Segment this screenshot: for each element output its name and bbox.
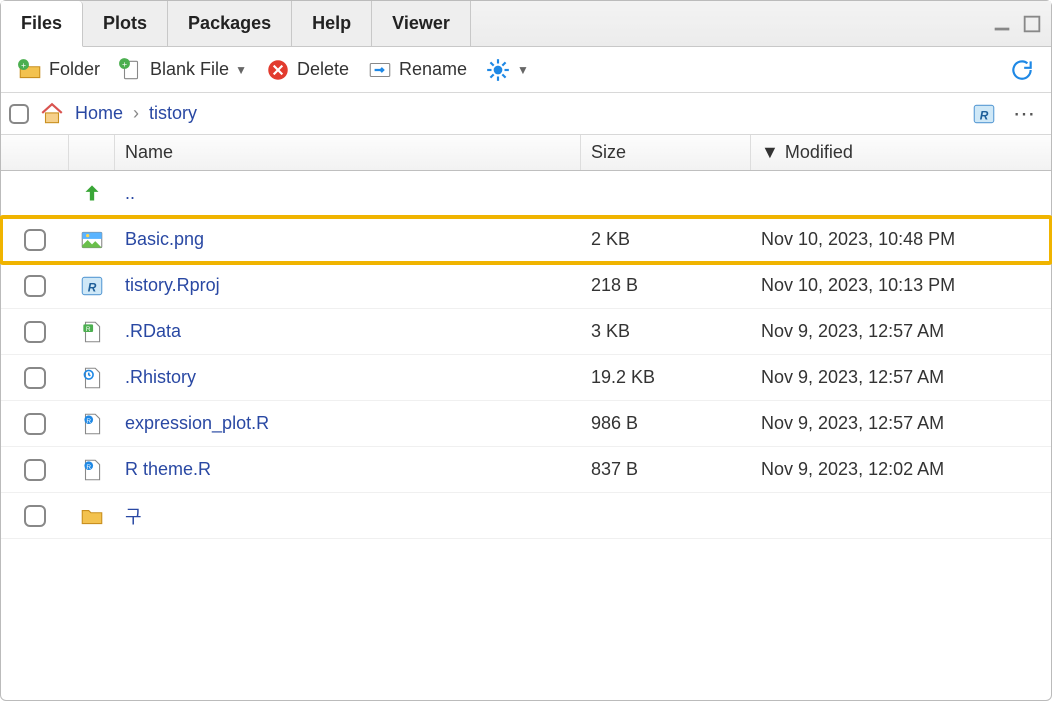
breadcrumb-home[interactable]: Home — [75, 103, 123, 124]
rproj-icon: R — [79, 273, 105, 299]
breadcrumb-current[interactable]: tistory — [149, 103, 197, 124]
file-modified: Nov 9, 2023, 12:02 AM — [751, 459, 1051, 480]
file-row[interactable]: Rexpression_plot.R986 BNov 9, 2023, 12:5… — [1, 401, 1051, 447]
row-checkbox[interactable] — [24, 413, 46, 435]
tab-help[interactable]: Help — [292, 1, 372, 46]
svg-text:R: R — [86, 325, 91, 332]
tab-viewer[interactable]: Viewer — [372, 1, 471, 46]
file-name[interactable]: tistory.Rproj — [115, 275, 581, 296]
delete-button[interactable]: Delete — [259, 55, 355, 85]
tab-packages[interactable]: Packages — [168, 1, 292, 46]
more-options-button[interactable]: ⋯ — [1007, 101, 1043, 127]
file-name[interactable]: .Rhistory — [115, 367, 581, 388]
select-all-checkbox[interactable] — [9, 104, 29, 124]
file-list: .. Basic.png2 KBNov 10, 2023, 10:48 PMRt… — [1, 171, 1051, 539]
delete-icon — [265, 57, 291, 83]
file-size: 3 KB — [581, 321, 751, 342]
files-toolbar: + Folder + Blank File ▼ Delete Rename ▼ — [1, 47, 1051, 93]
chevron-down-icon: ▼ — [235, 63, 247, 77]
file-row[interactable]: R .RData3 KBNov 9, 2023, 12:57 AM — [1, 309, 1051, 355]
row-checkbox[interactable] — [24, 505, 46, 527]
file-modified: Nov 9, 2023, 12:57 AM — [751, 321, 1051, 342]
folder-icon — [79, 503, 105, 529]
file-row[interactable]: R R theme.R837 BNov 9, 2023, 12:02 AM — [1, 447, 1051, 493]
breadcrumb-separator-icon: › — [133, 103, 139, 124]
file-size: 19.2 KB — [581, 367, 751, 388]
chevron-down-icon: ▼ — [517, 63, 529, 77]
svg-text:+: + — [122, 58, 127, 68]
rfile-icon: R — [79, 457, 105, 483]
new-folder-label: Folder — [49, 59, 100, 80]
more-menu-button[interactable]: ▼ — [479, 55, 535, 85]
blank-file-label: Blank File — [150, 59, 229, 80]
history-icon — [79, 365, 105, 391]
blank-file-button[interactable]: + Blank File ▼ — [112, 55, 253, 85]
file-size: 218 B — [581, 275, 751, 296]
column-headers: Name Size ▼ Modified — [1, 135, 1051, 171]
rdata-icon: R — [79, 319, 105, 345]
rename-icon — [367, 57, 393, 83]
parent-directory-label[interactable]: .. — [115, 183, 581, 204]
up-arrow-icon — [79, 181, 105, 207]
new-folder-icon: + — [17, 57, 43, 83]
svg-text:R: R — [86, 463, 91, 470]
file-name[interactable]: Basic.png — [115, 229, 581, 250]
file-modified: Nov 10, 2023, 10:48 PM — [751, 229, 1051, 250]
svg-text:+: + — [21, 59, 26, 69]
row-checkbox[interactable] — [24, 229, 46, 251]
file-row[interactable]: .Rhistory19.2 KBNov 9, 2023, 12:57 AM — [1, 355, 1051, 401]
file-name[interactable]: R theme.R — [115, 459, 581, 480]
maximize-icon[interactable] — [1021, 13, 1043, 35]
rename-button[interactable]: Rename — [361, 55, 473, 85]
delete-label: Delete — [297, 59, 349, 80]
tab-files[interactable]: Files — [1, 1, 83, 47]
file-size: 986 B — [581, 413, 751, 434]
column-size[interactable]: Size — [581, 135, 751, 170]
svg-text:R: R — [980, 108, 989, 122]
svg-text:R: R — [88, 280, 97, 294]
file-name[interactable]: 구 — [115, 503, 581, 529]
file-modified: Nov 9, 2023, 12:57 AM — [751, 413, 1051, 434]
rename-label: Rename — [399, 59, 467, 80]
gear-icon — [485, 57, 511, 83]
tab-plots[interactable]: Plots — [83, 1, 168, 46]
file-row[interactable]: Rtistory.Rproj218 BNov 10, 2023, 10:13 P… — [1, 263, 1051, 309]
refresh-icon — [1009, 57, 1035, 83]
svg-text:R: R — [86, 417, 91, 424]
column-modified-label: Modified — [785, 142, 853, 163]
sort-desc-icon: ▼ — [761, 142, 779, 163]
blank-file-icon: + — [118, 57, 144, 83]
row-checkbox[interactable] — [24, 459, 46, 481]
breadcrumb: Home › tistory R ⋯ — [1, 93, 1051, 135]
file-row[interactable]: 구 — [1, 493, 1051, 539]
parent-directory-row[interactable]: .. — [1, 171, 1051, 217]
file-row[interactable]: Basic.png2 KBNov 10, 2023, 10:48 PM — [1, 217, 1051, 263]
column-name[interactable]: Name — [115, 135, 581, 170]
row-checkbox[interactable] — [24, 321, 46, 343]
tabs-bar: Files Plots Packages Help Viewer — [1, 1, 1051, 47]
home-icon[interactable] — [39, 101, 65, 127]
image-icon — [79, 227, 105, 253]
file-modified: Nov 10, 2023, 10:13 PM — [751, 275, 1051, 296]
file-size: 2 KB — [581, 229, 751, 250]
column-modified[interactable]: ▼ Modified — [751, 135, 1051, 170]
row-checkbox[interactable] — [24, 367, 46, 389]
refresh-button[interactable] — [1003, 55, 1041, 85]
row-checkbox[interactable] — [24, 275, 46, 297]
file-modified: Nov 9, 2023, 12:57 AM — [751, 367, 1051, 388]
minimize-icon[interactable] — [991, 13, 1013, 35]
new-folder-button[interactable]: + Folder — [11, 55, 106, 85]
r-project-icon[interactable]: R — [971, 101, 997, 127]
rfile-icon: R — [79, 411, 105, 437]
file-name[interactable]: expression_plot.R — [115, 413, 581, 434]
file-size: 837 B — [581, 459, 751, 480]
file-name[interactable]: .RData — [115, 321, 581, 342]
